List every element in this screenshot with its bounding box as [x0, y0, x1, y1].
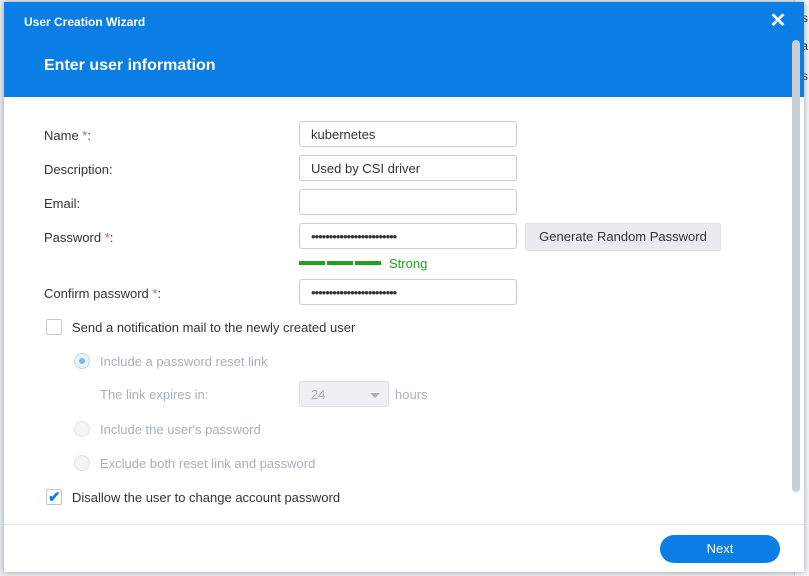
- password-label-text: Password: [44, 230, 105, 245]
- label-colon: :: [109, 230, 114, 245]
- description-input[interactable]: [300, 156, 511, 180]
- disallow-change-checkbox[interactable]: ✔: [46, 489, 62, 506]
- confirm-password-label-text: Confirm password: [44, 286, 153, 301]
- window-title: User Creation Wizard: [24, 15, 146, 29]
- password-strength-label: Strong: [389, 256, 428, 271]
- strength-bar-segment: [327, 261, 353, 265]
- email-field[interactable]: [299, 189, 517, 215]
- name-label-text: Name: [44, 128, 83, 143]
- confirm-password-field[interactable]: [299, 279, 517, 305]
- strength-bar-segment: [355, 261, 381, 265]
- include-reset-link-label: Include a password reset link: [100, 354, 268, 369]
- password-input[interactable]: [300, 224, 511, 248]
- name-field[interactable]: [299, 121, 517, 147]
- link-expires-label: The link expires in:: [100, 387, 209, 402]
- strength-bar-segment: [299, 261, 325, 265]
- next-button[interactable]: Next: [660, 535, 780, 563]
- label-colon: :: [157, 286, 162, 301]
- generate-random-password-button[interactable]: Generate Random Password: [525, 223, 721, 251]
- link-expiry-select[interactable]: 24: [299, 381, 389, 407]
- close-icon[interactable]: ✕: [766, 9, 790, 33]
- vertical-scrollbar[interactable]: [792, 40, 800, 492]
- description-field[interactable]: [299, 155, 517, 181]
- link-expiry-value: 24: [311, 387, 326, 402]
- radio-exclude-both[interactable]: [74, 455, 90, 471]
- user-creation-dialog: User Creation Wizard ✕ Enter user inform…: [4, 2, 804, 572]
- email-input[interactable]: [300, 190, 511, 214]
- hours-label: hours: [395, 387, 428, 402]
- radio-include-password[interactable]: [74, 421, 90, 437]
- notify-checkbox[interactable]: [46, 319, 62, 335]
- dialog-footer: Next: [4, 524, 804, 572]
- description-label: Description:: [44, 162, 113, 177]
- password-label: Password *:: [44, 230, 113, 245]
- disallow-change-label[interactable]: Disallow the user to change account pass…: [72, 490, 340, 505]
- checkmark-icon: ✔: [48, 489, 61, 506]
- password-field[interactable]: [299, 223, 517, 249]
- confirm-password-input[interactable]: [300, 280, 511, 304]
- step-title: Enter user information: [44, 57, 216, 74]
- radio-include-reset-link[interactable]: [74, 353, 90, 369]
- name-input[interactable]: [300, 122, 511, 146]
- notify-label[interactable]: Send a notification mail to the newly cr…: [72, 320, 355, 335]
- email-label: Email:: [44, 196, 81, 211]
- exclude-both-label: Exclude both reset link and password: [100, 456, 316, 471]
- name-label: Name *:: [44, 128, 91, 143]
- confirm-password-label: Confirm password *:: [44, 286, 161, 301]
- chevron-down-icon: [370, 393, 380, 398]
- include-password-label: Include the user's password: [100, 422, 261, 437]
- label-colon: :: [87, 128, 91, 143]
- radio-selected-dot: [79, 358, 85, 364]
- dialog-header: User Creation Wizard ✕ Enter user inform…: [4, 2, 804, 97]
